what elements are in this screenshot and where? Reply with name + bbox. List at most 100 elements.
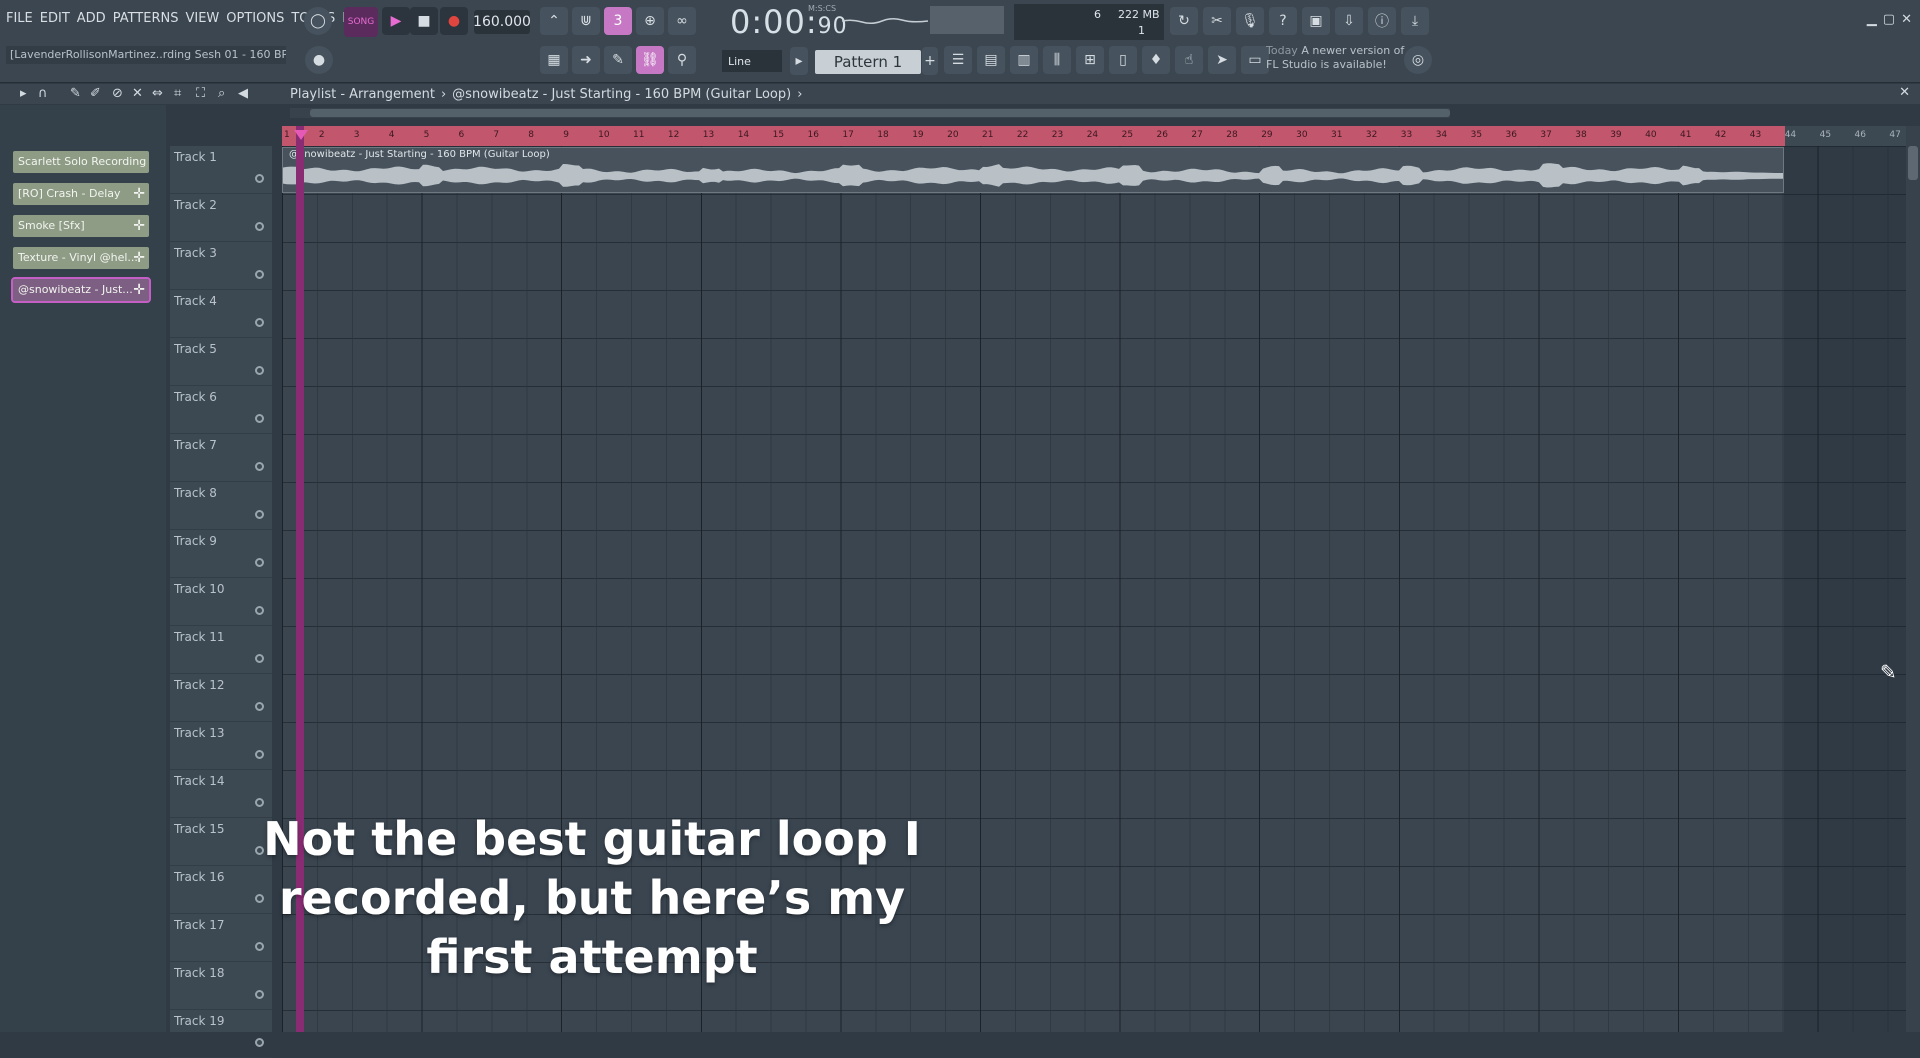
track-header[interactable]: Track 2 [170,194,272,242]
update-hint[interactable]: Today A newer version of FL Studio is av… [1266,44,1416,72]
zoom-tool-icon[interactable]: ⌕ [218,86,225,101]
slip-tool-icon[interactable]: ⇔ [152,86,163,101]
touch-icon[interactable]: ➤ [1208,46,1236,74]
master-pitch-knob[interactable]: ● [305,46,333,74]
cut-icon[interactable]: ✂ [1203,7,1231,35]
audio-clip[interactable]: @snowibeatz - Just Starting - 160 BPM (G… [282,147,1784,193]
track-mute-toggle[interactable] [255,750,264,759]
track-mute-toggle[interactable] [255,510,264,519]
paint-icon[interactable]: ✎ [604,46,632,74]
track-header[interactable]: Track 19 [170,1010,272,1058]
timeline-ruler[interactable]: 1 2 3 4 5 6 7 8 9 10 11 12 13 14 15 16 17 18 19 20 21 22 23 24 2… [282,126,1785,146]
track-mute-toggle[interactable] [255,366,264,375]
playhead-marker-icon[interactable] [294,130,308,140]
track-header[interactable]: Track 13 [170,722,272,770]
playback-tool-icon[interactable]: ◀ [238,86,248,101]
master-pitch-slider[interactable] [930,6,1004,34]
magnet-icon[interactable]: ∩ [38,86,48,101]
track-mute-toggle[interactable] [255,654,264,663]
track-mute-toggle[interactable] [255,990,264,999]
tempo-display[interactable]: 160.000 [473,10,531,34]
track-header[interactable]: Track 3 [170,242,272,290]
track-mute-toggle[interactable] [255,462,264,471]
export-icon[interactable]: ⇩ [1335,7,1363,35]
browser-icon[interactable]: ⊞ [1076,46,1104,74]
menu-patterns[interactable]: PATTERNS [113,11,179,26]
playlist-close-icon[interactable]: ✕ [1899,85,1910,100]
stamp-icon[interactable]: ⚲ [668,46,696,74]
menu-edit[interactable]: EDIT [40,11,70,26]
globe-icon[interactable]: ◎ [1404,46,1432,74]
track-header[interactable]: Track 11 [170,626,272,674]
track-header[interactable]: Track 1 [170,146,272,194]
track-header[interactable]: Track 16 [170,866,272,914]
menu-options[interactable]: OPTIONS [226,11,284,26]
timeline-ruler-outside[interactable]: 44 45 46 47 [1785,126,1907,146]
download-icon[interactable]: ⤓ [1401,7,1429,35]
menu-add[interactable]: ADD [77,11,106,26]
arrow-right-icon[interactable]: ➜ [572,46,600,74]
help-icon[interactable]: ? [1269,7,1297,35]
picker-item[interactable]: @snowibeatz - Just... ✛ [11,277,151,303]
track-mute-toggle[interactable] [255,558,264,567]
save-icon[interactable]: ▣ [1302,7,1330,35]
track-header[interactable]: Track 8 [170,482,272,530]
picker-item[interactable]: Scarlett Solo Recording S... [13,151,149,173]
horizontal-scroll-thumb[interactable] [310,109,1450,117]
delete-tool-icon[interactable]: ⊘ [112,86,123,101]
mixer-icon[interactable]: ⫼ [1043,46,1071,74]
track-header[interactable]: Track 5 [170,338,272,386]
track-header[interactable]: Track 9 [170,530,272,578]
add-pattern-icon[interactable]: + [922,47,938,75]
record-button[interactable]: ● [440,7,468,35]
track-mute-toggle[interactable] [255,606,264,615]
picker-item-add-icon[interactable]: ✛ [133,279,145,301]
minimize-icon[interactable]: ▁ [1867,12,1877,27]
track-header[interactable]: Track 4 [170,290,272,338]
draw-tool-icon[interactable]: ✎ [70,86,81,101]
link-icon[interactable]: ⛓ [636,46,664,74]
track-header[interactable]: Track 6 [170,386,272,434]
track-mute-toggle[interactable] [255,222,264,231]
menu-file[interactable]: FILE [6,11,33,26]
pattern-selector[interactable]: Pattern 1 [815,50,921,74]
close-icon[interactable]: ✕ [1901,12,1912,27]
master-volume-knob[interactable]: ◯ [304,7,332,35]
select-tool-icon[interactable]: ⛶ [196,86,205,101]
info-icon[interactable]: ⓘ [1368,7,1396,35]
track-header[interactable]: Track 18 [170,962,272,1010]
vertical-scrollbar[interactable] [1906,126,1920,1032]
breadcrumb-playlist[interactable]: Playlist - Arrangement [290,87,435,102]
mute-tool-icon[interactable]: ✕ [132,86,143,101]
stop-button[interactable]: ■ [410,7,438,35]
play-arrow-icon[interactable]: ▸ [20,86,27,101]
maximize-icon[interactable]: ▢ [1883,12,1895,27]
paint-tool-icon[interactable]: ✐ [90,86,101,101]
channel-rack-icon[interactable]: ▥ [1010,46,1038,74]
snap-select[interactable]: Line [722,50,782,72]
countdown-icon[interactable]: 3 [604,7,632,35]
undo-icon[interactable]: ↻ [1170,7,1198,35]
step-edit-icon[interactable]: ⊕ [636,7,664,35]
track-header[interactable]: Track 12 [170,674,272,722]
track-mute-toggle[interactable] [255,702,264,711]
breadcrumb-pattern[interactable]: @snowibeatz - Just Starting - 160 BPM (G… [452,87,791,102]
piano-roll-view-icon[interactable]: ▤ [977,46,1005,74]
wait-input-icon[interactable]: ⋓ [572,7,600,35]
track-header[interactable]: Track 10 [170,578,272,626]
track-mute-toggle[interactable] [255,798,264,807]
plugin-icon[interactable]: ♦ [1142,46,1170,74]
track-mute-toggle[interactable] [255,1038,264,1047]
track-header[interactable]: Track 17 [170,914,272,962]
piano-roll-icon[interactable]: ▦ [540,46,568,74]
track-mute-toggle[interactable] [255,318,264,327]
song-mode-button[interactable]: SONG [344,7,378,37]
picker-item[interactable]: Texture - Vinyl @hel... ✛ [13,247,149,269]
slice-tool-icon[interactable]: ⌗ [174,86,181,101]
track-header[interactable]: Track 14 [170,770,272,818]
metronome-icon[interactable]: ⌃ [540,7,568,35]
track-header[interactable]: Track 7 [170,434,272,482]
picker-item[interactable]: Smoke [Sfx] ✛ [13,215,149,237]
microphone-icon[interactable]: 🎙 [1236,7,1264,35]
play-button[interactable]: ▶ [382,7,410,35]
